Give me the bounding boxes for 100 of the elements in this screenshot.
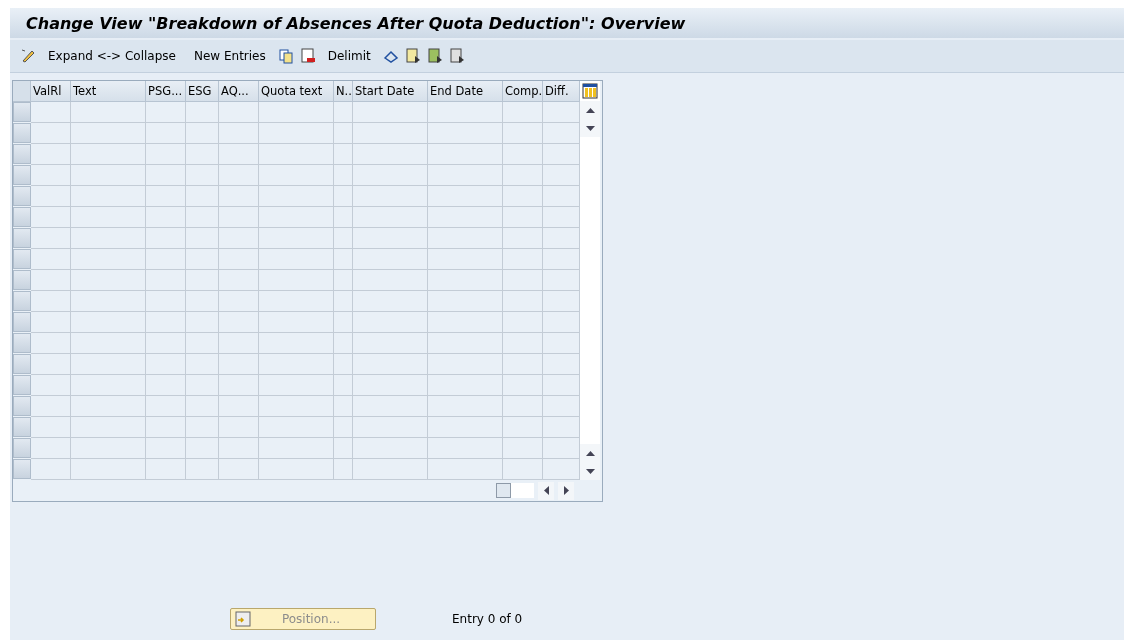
row-selector[interactable] bbox=[13, 333, 31, 353]
table-cell bbox=[31, 249, 71, 270]
table-cell bbox=[219, 102, 259, 123]
table-cell bbox=[31, 354, 71, 375]
table-cell bbox=[31, 438, 71, 459]
table-cell bbox=[334, 312, 353, 333]
row-selector[interactable] bbox=[13, 291, 31, 311]
toolbar-button[interactable]: Delimit bbox=[321, 47, 377, 65]
column-header[interactable]: ESG bbox=[186, 81, 219, 102]
column-header[interactable]: Text bbox=[71, 81, 146, 102]
table-cell bbox=[146, 333, 186, 354]
table-cell bbox=[186, 144, 219, 165]
column-header[interactable]: Comp. bbox=[503, 81, 543, 102]
scroll-up-button[interactable] bbox=[580, 101, 600, 119]
table-cell bbox=[334, 186, 353, 207]
table-cell bbox=[219, 375, 259, 396]
table-cell bbox=[146, 375, 186, 396]
table-cell bbox=[219, 270, 259, 291]
scroll-right-button[interactable] bbox=[558, 481, 574, 500]
table-cell bbox=[186, 123, 219, 144]
row-selector[interactable] bbox=[13, 228, 31, 248]
position-icon bbox=[235, 611, 251, 627]
row-selector[interactable] bbox=[13, 354, 31, 374]
row-selector[interactable] bbox=[13, 270, 31, 290]
row-selector[interactable] bbox=[13, 396, 31, 416]
scroll-left-button[interactable] bbox=[538, 481, 554, 500]
select-all-cell[interactable] bbox=[13, 81, 31, 102]
row-selector[interactable] bbox=[13, 165, 31, 185]
table-cell bbox=[219, 144, 259, 165]
table-cell bbox=[146, 249, 186, 270]
up-triangle-icon bbox=[585, 107, 595, 113]
table-cell bbox=[334, 396, 353, 417]
table-cell bbox=[219, 207, 259, 228]
table-cell bbox=[219, 333, 259, 354]
table-cell bbox=[31, 375, 71, 396]
table-cell bbox=[186, 438, 219, 459]
row-selector[interactable] bbox=[13, 459, 31, 479]
table-cell bbox=[219, 312, 259, 333]
table-cell bbox=[503, 186, 543, 207]
toolbar-button[interactable]: Expand <-> Collapse bbox=[42, 47, 182, 65]
table-cell bbox=[31, 291, 71, 312]
table-cell bbox=[146, 186, 186, 207]
scroll-thumb[interactable] bbox=[496, 483, 511, 498]
copy-icon[interactable] bbox=[277, 48, 294, 64]
table-cell bbox=[334, 228, 353, 249]
scroll-down-button[interactable] bbox=[580, 462, 600, 480]
table-cell bbox=[503, 291, 543, 312]
table-cell bbox=[146, 438, 186, 459]
table-cell bbox=[334, 459, 353, 480]
table-cell bbox=[503, 207, 543, 228]
column-settings-icon[interactable] bbox=[582, 83, 598, 99]
up-triangle-icon bbox=[585, 450, 595, 456]
column-header[interactable]: ValRl bbox=[31, 81, 71, 102]
table-cell bbox=[186, 417, 219, 438]
table-cell bbox=[146, 312, 186, 333]
table-cell bbox=[334, 249, 353, 270]
table-cell bbox=[31, 333, 71, 354]
table-cell bbox=[186, 186, 219, 207]
row-selector[interactable] bbox=[13, 207, 31, 227]
row-selector[interactable] bbox=[13, 417, 31, 437]
row-selector[interactable] bbox=[13, 102, 31, 122]
row-selector[interactable] bbox=[13, 375, 31, 395]
toolbar-button[interactable]: New Entries bbox=[187, 47, 272, 65]
row-selector[interactable] bbox=[13, 144, 31, 164]
delete-icon[interactable] bbox=[299, 48, 316, 64]
column-header[interactable]: AQ... bbox=[219, 81, 259, 102]
table-cell bbox=[31, 186, 71, 207]
table-cell bbox=[334, 102, 353, 123]
table-cell bbox=[31, 102, 71, 123]
table-cell bbox=[219, 459, 259, 480]
table-cell bbox=[334, 333, 353, 354]
table-cell bbox=[31, 144, 71, 165]
table-cell bbox=[146, 102, 186, 123]
table-cell bbox=[503, 459, 543, 480]
row-selector[interactable] bbox=[13, 312, 31, 332]
table-cell bbox=[334, 417, 353, 438]
row-selector[interactable] bbox=[13, 186, 31, 206]
column-header[interactable]: Start Date bbox=[353, 81, 428, 102]
table-cell bbox=[31, 459, 71, 480]
row-selector[interactable] bbox=[13, 123, 31, 143]
column-header[interactable]: PSG... bbox=[146, 81, 186, 102]
column-header[interactable]: End Date bbox=[428, 81, 503, 102]
table-cell bbox=[503, 354, 543, 375]
row-selector[interactable] bbox=[13, 438, 31, 458]
table-cell bbox=[219, 228, 259, 249]
scroll-up-button[interactable] bbox=[580, 444, 600, 462]
table-cell bbox=[146, 228, 186, 249]
row-selector[interactable] bbox=[13, 249, 31, 269]
column-header[interactable]: Quota text bbox=[259, 81, 334, 102]
table-cell bbox=[219, 417, 259, 438]
scroll-down-button[interactable] bbox=[580, 119, 600, 137]
table-cell bbox=[503, 270, 543, 291]
column-header[interactable]: Diff. bbox=[543, 81, 580, 102]
table-cell bbox=[503, 333, 543, 354]
table-cell bbox=[146, 291, 186, 312]
table-cell bbox=[334, 207, 353, 228]
table-cell bbox=[219, 291, 259, 312]
column-header[interactable]: N.. bbox=[334, 81, 353, 102]
table-cell bbox=[503, 249, 543, 270]
table-cell bbox=[186, 291, 219, 312]
